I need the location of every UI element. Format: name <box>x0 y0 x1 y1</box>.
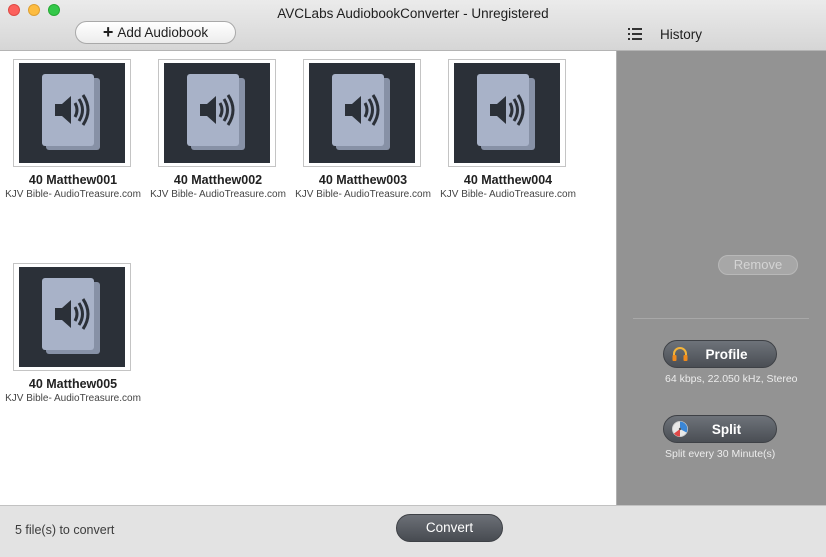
list-icon[interactable] <box>628 28 642 40</box>
footer-bar: 5 file(s) to convert Convert <box>0 505 826 557</box>
audiobook-author: KJV Bible- AudioTreasure.com <box>440 189 576 200</box>
audiobook-thumbnail <box>13 59 131 167</box>
audiobook-thumbnail <box>158 59 276 167</box>
add-audiobook-button[interactable]: + Add Audiobook <box>75 21 236 44</box>
plus-icon: + <box>102 21 114 42</box>
side-panel: Remove Profile 64 kbps, 22.050 kHz, Ster… <box>617 51 826 505</box>
audiobook-title: 40 Matthew002 <box>173 173 263 187</box>
split-clock-icon <box>672 421 688 437</box>
audiobook-title: 40 Matthew003 <box>318 173 408 187</box>
headphones-icon <box>672 347 688 361</box>
window-title: AVCLabs AudiobookConverter - Unregistere… <box>277 6 549 21</box>
profile-info: 64 kbps, 22.050 kHz, Stereo <box>665 373 798 385</box>
split-info: Split every 30 Minute(s) <box>665 448 776 460</box>
audiobook-speaker-icon <box>477 74 535 150</box>
profile-button[interactable]: Profile <box>663 340 777 368</box>
audiobook-speaker-icon <box>42 278 100 354</box>
audiobook-title: 40 Matthew005 <box>28 377 118 391</box>
audiobook-author: KJV Bible- AudioTreasure.com <box>150 189 286 200</box>
audiobook-speaker-icon <box>332 74 390 150</box>
audiobook-thumbnail <box>448 59 566 167</box>
audiobook-speaker-icon <box>42 74 100 150</box>
audiobook-title: 40 Matthew001 <box>28 173 118 187</box>
split-label: Split <box>711 421 742 437</box>
audiobook-author: KJV Bible- AudioTreasure.com <box>5 393 141 404</box>
audiobook-author: KJV Bible- AudioTreasure.com <box>295 189 431 200</box>
audiobook-thumbnail <box>13 263 131 371</box>
audiobook-list: 40 Matthew001 KJV Bible- AudioTreasure.c… <box>0 51 617 505</box>
audiobook-author: KJV Bible- AudioTreasure.com <box>5 189 141 200</box>
title-bar: AVCLabs AudiobookConverter - Unregistere… <box>0 0 826 51</box>
profile-label: Profile <box>705 346 748 362</box>
file-count-status: 5 file(s) to convert <box>15 523 115 537</box>
convert-button[interactable]: Convert <box>396 514 503 542</box>
audiobook-thumbnail <box>303 59 421 167</box>
split-button[interactable]: Split <box>663 415 777 443</box>
audiobook-speaker-icon <box>187 74 245 150</box>
audiobook-title: 40 Matthew004 <box>463 173 553 187</box>
add-audiobook-label: Add Audiobook <box>117 25 209 40</box>
remove-button[interactable]: Remove <box>718 255 798 275</box>
side-divider <box>633 318 809 319</box>
history-button[interactable]: History <box>660 27 702 42</box>
